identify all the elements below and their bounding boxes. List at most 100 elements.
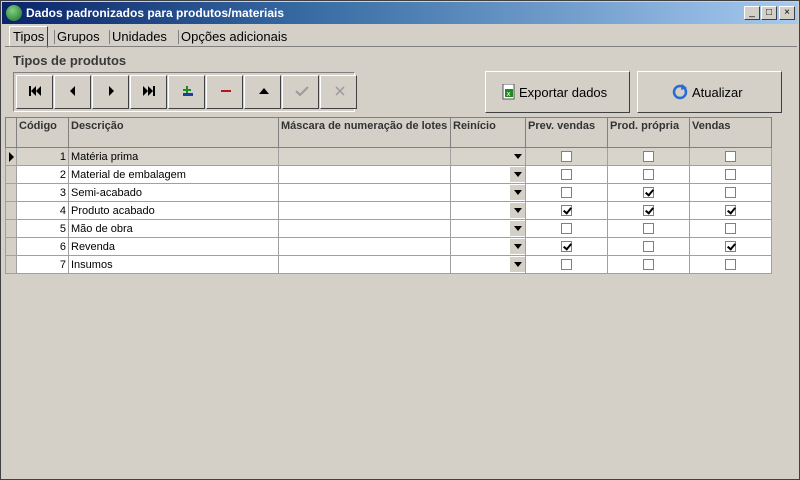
- checkbox-prod-propria[interactable]: [643, 187, 654, 199]
- row-indicator[interactable]: [5, 219, 17, 238]
- checkbox-prev-vendas[interactable]: [561, 151, 572, 163]
- cell-reinicio[interactable]: [450, 255, 526, 274]
- cell-reinicio[interactable]: [450, 219, 526, 238]
- table-row[interactable]: 2 Material de embalagem: [5, 165, 772, 184]
- cell-prod-propria[interactable]: [607, 183, 690, 202]
- cell-descricao[interactable]: Mão de obra: [68, 219, 279, 238]
- cell-prod-propria[interactable]: [607, 255, 690, 274]
- next-record-button[interactable]: [92, 75, 129, 109]
- dropdown-arrow-icon[interactable]: [514, 154, 522, 159]
- close-button[interactable]: ×: [779, 6, 795, 20]
- cell-prev-vendas[interactable]: [525, 147, 608, 166]
- delete-record-button[interactable]: [206, 75, 243, 109]
- cell-descricao[interactable]: Material de embalagem: [68, 165, 279, 184]
- checkbox-prev-vendas[interactable]: [561, 169, 572, 181]
- cell-vendas[interactable]: [689, 237, 772, 256]
- cell-vendas[interactable]: [689, 219, 772, 238]
- cell-mascara[interactable]: [278, 201, 451, 220]
- maximize-button[interactable]: □: [761, 6, 777, 20]
- tab-grupos[interactable]: Grupos: [54, 27, 103, 47]
- tab-tipos[interactable]: Tipos: [9, 26, 49, 48]
- cell-mascara[interactable]: [278, 255, 451, 274]
- first-record-button[interactable]: [16, 75, 53, 109]
- cell-mascara[interactable]: [278, 147, 451, 166]
- cell-vendas[interactable]: [689, 201, 772, 220]
- column-header-prod-propria[interactable]: Prod. própria: [607, 117, 690, 148]
- cell-reinicio[interactable]: [450, 183, 526, 202]
- cell-codigo[interactable]: 4: [16, 201, 69, 220]
- cell-mascara[interactable]: [278, 165, 451, 184]
- checkbox-vendas[interactable]: [725, 187, 736, 199]
- cell-prev-vendas[interactable]: [525, 219, 608, 238]
- cell-descricao[interactable]: Insumos: [68, 255, 279, 274]
- cell-reinicio[interactable]: [450, 237, 526, 256]
- edit-record-button[interactable]: [244, 75, 281, 109]
- row-indicator[interactable]: [5, 165, 17, 184]
- cell-mascara[interactable]: [278, 237, 451, 256]
- row-indicator[interactable]: [5, 147, 17, 166]
- column-header-codigo[interactable]: Código: [16, 117, 69, 148]
- checkbox-vendas[interactable]: [725, 259, 736, 271]
- prior-record-button[interactable]: [54, 75, 91, 109]
- title-bar[interactable]: Dados padronizados para produtos/materia…: [2, 2, 798, 24]
- cell-reinicio[interactable]: [450, 165, 526, 184]
- table-row[interactable]: 5 Mão de obra: [5, 219, 772, 238]
- cell-descricao[interactable]: Produto acabado: [68, 201, 279, 220]
- minimize-button[interactable]: _: [744, 6, 760, 20]
- column-header-prev-vendas[interactable]: Prev. vendas: [525, 117, 608, 148]
- cancel-record-button[interactable]: [320, 75, 357, 109]
- cell-prev-vendas[interactable]: [525, 183, 608, 202]
- cell-prev-vendas[interactable]: [525, 201, 608, 220]
- dropdown-arrow-icon[interactable]: [514, 172, 522, 177]
- checkbox-prod-propria[interactable]: [643, 241, 654, 253]
- checkbox-prod-propria[interactable]: [643, 151, 654, 163]
- cell-prod-propria[interactable]: [607, 165, 690, 184]
- refresh-button[interactable]: Atualizar: [637, 71, 782, 113]
- checkbox-prod-propria[interactable]: [643, 259, 654, 271]
- cell-descricao[interactable]: Semi-acabado: [68, 183, 279, 202]
- cell-vendas[interactable]: [689, 255, 772, 274]
- cell-descricao[interactable]: Revenda: [68, 237, 279, 256]
- checkbox-vendas[interactable]: [725, 223, 736, 235]
- cell-vendas[interactable]: [689, 165, 772, 184]
- cell-reinicio[interactable]: [450, 147, 526, 166]
- cell-codigo[interactable]: 7: [16, 255, 69, 274]
- cell-codigo[interactable]: 6: [16, 237, 69, 256]
- cell-prev-vendas[interactable]: [525, 255, 608, 274]
- checkbox-prod-propria[interactable]: [643, 169, 654, 181]
- column-header-descricao[interactable]: Descrição: [68, 117, 279, 148]
- cell-prev-vendas[interactable]: [525, 237, 608, 256]
- cell-descricao[interactable]: Matéria prima: [68, 147, 279, 166]
- checkbox-prev-vendas[interactable]: [561, 205, 572, 217]
- cell-vendas[interactable]: [689, 147, 772, 166]
- tab-opcoes-adicionais[interactable]: Opções adicionais: [178, 27, 290, 47]
- column-header-mascara[interactable]: Máscara de numeração de lotes: [278, 117, 451, 148]
- checkbox-prev-vendas[interactable]: [561, 241, 572, 253]
- cell-mascara[interactable]: [278, 183, 451, 202]
- checkbox-prev-vendas[interactable]: [561, 187, 572, 199]
- export-data-button[interactable]: x Exportar dados: [485, 71, 630, 113]
- row-indicator[interactable]: [5, 255, 17, 274]
- dropdown-arrow-icon[interactable]: [514, 244, 522, 249]
- cell-prev-vendas[interactable]: [525, 165, 608, 184]
- cell-prod-propria[interactable]: [607, 147, 690, 166]
- checkbox-vendas[interactable]: [725, 151, 736, 163]
- dropdown-arrow-icon[interactable]: [514, 226, 522, 231]
- row-indicator[interactable]: [5, 237, 17, 256]
- post-record-button[interactable]: [282, 75, 319, 109]
- checkbox-vendas[interactable]: [725, 169, 736, 181]
- table-row[interactable]: 1 Matéria prima: [5, 147, 772, 166]
- checkbox-prod-propria[interactable]: [643, 223, 654, 235]
- cell-reinicio[interactable]: [450, 201, 526, 220]
- cell-prod-propria[interactable]: [607, 219, 690, 238]
- cell-mascara[interactable]: [278, 219, 451, 238]
- checkbox-prev-vendas[interactable]: [561, 259, 572, 271]
- table-row[interactable]: 7 Insumos: [5, 255, 772, 274]
- checkbox-prev-vendas[interactable]: [561, 223, 572, 235]
- dropdown-arrow-icon[interactable]: [514, 262, 522, 267]
- checkbox-prod-propria[interactable]: [643, 205, 654, 217]
- dropdown-arrow-icon[interactable]: [514, 190, 522, 195]
- cell-vendas[interactable]: [689, 183, 772, 202]
- cell-prod-propria[interactable]: [607, 201, 690, 220]
- cell-codigo[interactable]: 5: [16, 219, 69, 238]
